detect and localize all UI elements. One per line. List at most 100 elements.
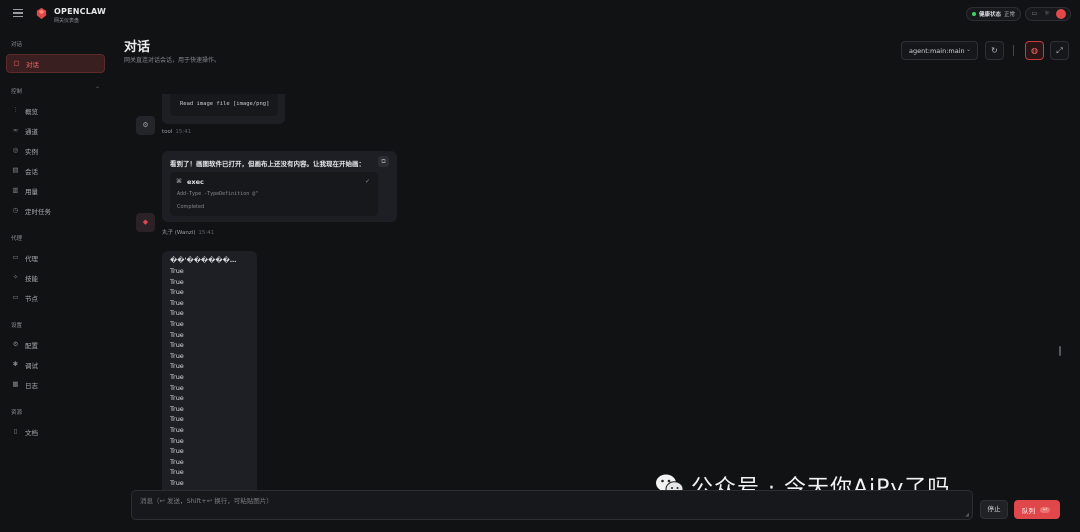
- sidebar-item-skills[interactable]: ✧ 技能: [6, 268, 105, 287]
- output-line: True: [170, 362, 184, 371]
- message-input[interactable]: [140, 495, 960, 515]
- copy-button[interactable]: ⧉: [378, 156, 389, 167]
- assistant-message-text: 看到了！画图软件已打开，但画布上还没有内容。让我现在开始画：: [170, 160, 365, 168]
- health-value: 正常: [1004, 12, 1016, 18]
- sidebar-item-label: 实例: [25, 147, 38, 156]
- sidebar-item-cron[interactable]: ◷ 定时任务: [6, 201, 105, 220]
- chat-icon: ▢: [13, 59, 20, 67]
- sidebar-section-chat: 对话: [11, 42, 23, 48]
- clock-icon: ◷: [12, 206, 19, 214]
- output-line: True: [170, 341, 184, 350]
- output-line: True: [170, 288, 184, 297]
- tool-result-text: Read image file [image/png]: [180, 101, 270, 107]
- sidebar-item-sessions[interactable]: ▤ 会话: [6, 161, 105, 180]
- sparkle-icon: ✧: [12, 273, 19, 281]
- output-line: True: [170, 426, 184, 434]
- composer: ◢: [131, 490, 973, 520]
- output-line: True: [170, 373, 184, 381]
- monitor-icon[interactable]: ▭: [1030, 10, 1038, 18]
- sidebar-item-usage[interactable]: ▥ 用量: [6, 181, 105, 200]
- assistant-avatar: ◆: [136, 213, 155, 232]
- health-status: 健康状态 正常: [966, 7, 1022, 21]
- sidebar-item-agents[interactable]: ▭ 代理: [6, 248, 105, 267]
- output-line: True: [170, 330, 184, 339]
- page-title: 对话: [124, 40, 151, 55]
- output-line: True: [170, 309, 184, 318]
- sidebar-item-label: 节点: [25, 294, 38, 303]
- gear-icon: ⚙: [12, 340, 19, 348]
- sidebar-item-label: 会话: [25, 167, 38, 176]
- sidebar-item-debug[interactable]: ✱ 调试: [6, 355, 105, 374]
- monitor-icon: ▭: [12, 293, 19, 301]
- chevron-up-icon[interactable]: ⌃: [95, 86, 100, 93]
- sidebar-item-label: 定时任务: [25, 207, 51, 216]
- brand-subtitle: 网关仪表盘: [54, 18, 80, 24]
- gear-icon: ⚙: [142, 121, 149, 129]
- sidebar-item-config[interactable]: ⚙ 配置: [6, 335, 105, 354]
- power-icon[interactable]: [1055, 9, 1066, 19]
- signal-icon: ◎: [12, 146, 19, 154]
- scrollbar[interactable]: [1059, 346, 1061, 356]
- sidebar-item-label: 对话: [26, 60, 39, 69]
- exec-tool-card[interactable]: ⌘ exec ✓ Add-Type -TypeDefinition @" Com…: [170, 172, 378, 216]
- stop-button[interactable]: 停止: [980, 500, 1008, 519]
- agent-select-value: agent:main:main: [909, 46, 965, 55]
- menu-icon[interactable]: [13, 9, 23, 17]
- link-icon: ∞: [12, 126, 19, 134]
- sidebar-item-docs[interactable]: ▯ 文档: [6, 422, 105, 441]
- output-line: True: [170, 394, 184, 403]
- output-line: True: [170, 277, 184, 286]
- message-time: 15:41: [198, 230, 215, 236]
- sidebar-item-label: 文档: [25, 428, 38, 437]
- sidebar-item-label: 配置: [25, 341, 38, 350]
- assistant-message-meta: 丸子 (Wanzi) 15:41: [162, 228, 214, 236]
- exec-detail: Add-Type -TypeDefinition @": [177, 191, 259, 197]
- enter-key-icon: ↩: [1040, 506, 1051, 513]
- sidebar-item-overview[interactable]: ⫶ 概览: [6, 101, 105, 120]
- queue-label: 队列: [1022, 506, 1035, 515]
- sender-name: 丸子 (Wanzi): [162, 230, 196, 236]
- check-icon: ✓: [365, 178, 371, 185]
- bar-chart-icon: ⫶: [14, 106, 17, 114]
- header-divider: [1013, 45, 1014, 56]
- sender-name: tool: [162, 129, 173, 135]
- agent-select[interactable]: agent:main:main ⌄: [901, 41, 978, 60]
- health-dot-icon: [972, 12, 976, 16]
- sidebar-item-instances[interactable]: ◎ 实例: [6, 141, 105, 160]
- sidebar-item-label: 调试: [25, 361, 38, 370]
- wanzi-avatar-icon: ◆: [142, 218, 149, 226]
- output-line: True: [170, 383, 184, 392]
- focus-mode-button[interactable]: ⤢: [1050, 41, 1069, 60]
- sidebar-section-control: 控制: [11, 89, 23, 95]
- sidebar-item-nodes[interactable]: ▭ 节点: [6, 288, 105, 307]
- top-tools: ▭ ☼: [1025, 7, 1071, 21]
- sidebar-item-label: 代理: [25, 254, 38, 263]
- sidebar: 对话 ▢ 对话 控制 ⌃ ⫶ 概览 ∞ 通道 ◎ 实例 ▤ 会话 ▥ 用量 ◷ …: [0, 28, 114, 532]
- queue-button[interactable]: 队列 ↩: [1014, 500, 1060, 519]
- sidebar-item-label: 通道: [25, 127, 38, 136]
- sidebar-item-label: 用量: [25, 187, 38, 196]
- output-line: True: [170, 320, 184, 328]
- output-line: True: [170, 415, 184, 424]
- output-line: True: [170, 351, 184, 360]
- tool-message-meta: tool 15:41: [162, 129, 191, 135]
- sidebar-item-chat[interactable]: ▢ 对话: [6, 54, 105, 73]
- sun-icon[interactable]: ☼: [1043, 10, 1051, 18]
- tool-avatar: ⚙: [136, 116, 155, 135]
- output-line: True: [170, 436, 184, 445]
- output-line: True: [170, 267, 184, 275]
- resize-handle-icon[interactable]: ◢: [965, 512, 969, 518]
- sidebar-item-logs[interactable]: ▦ 日志: [6, 375, 105, 394]
- output-line: True: [170, 468, 184, 477]
- copy-icon: ⧉: [381, 158, 386, 165]
- sidebar-item-channels[interactable]: ∞ 通道: [6, 121, 105, 140]
- top-bar: OPENCLAW 网关仪表盘 健康状态 正常 ▭ ☼: [0, 0, 1080, 28]
- terminal-icon: ⌘: [176, 178, 182, 185]
- expand-icon: ⤢: [1056, 46, 1063, 55]
- assistant-message-bubble: 看到了！画图软件已打开，但画布上还没有内容。让我现在开始画： ⧉ ⌘ exec …: [162, 151, 397, 222]
- thinking-toggle-button[interactable]: ◍: [1025, 41, 1044, 60]
- brand-name: OPENCLAW: [54, 7, 107, 16]
- output-line: True: [170, 298, 184, 307]
- log-icon: ▦: [12, 380, 19, 388]
- refresh-button[interactable]: ↻: [985, 41, 1004, 60]
